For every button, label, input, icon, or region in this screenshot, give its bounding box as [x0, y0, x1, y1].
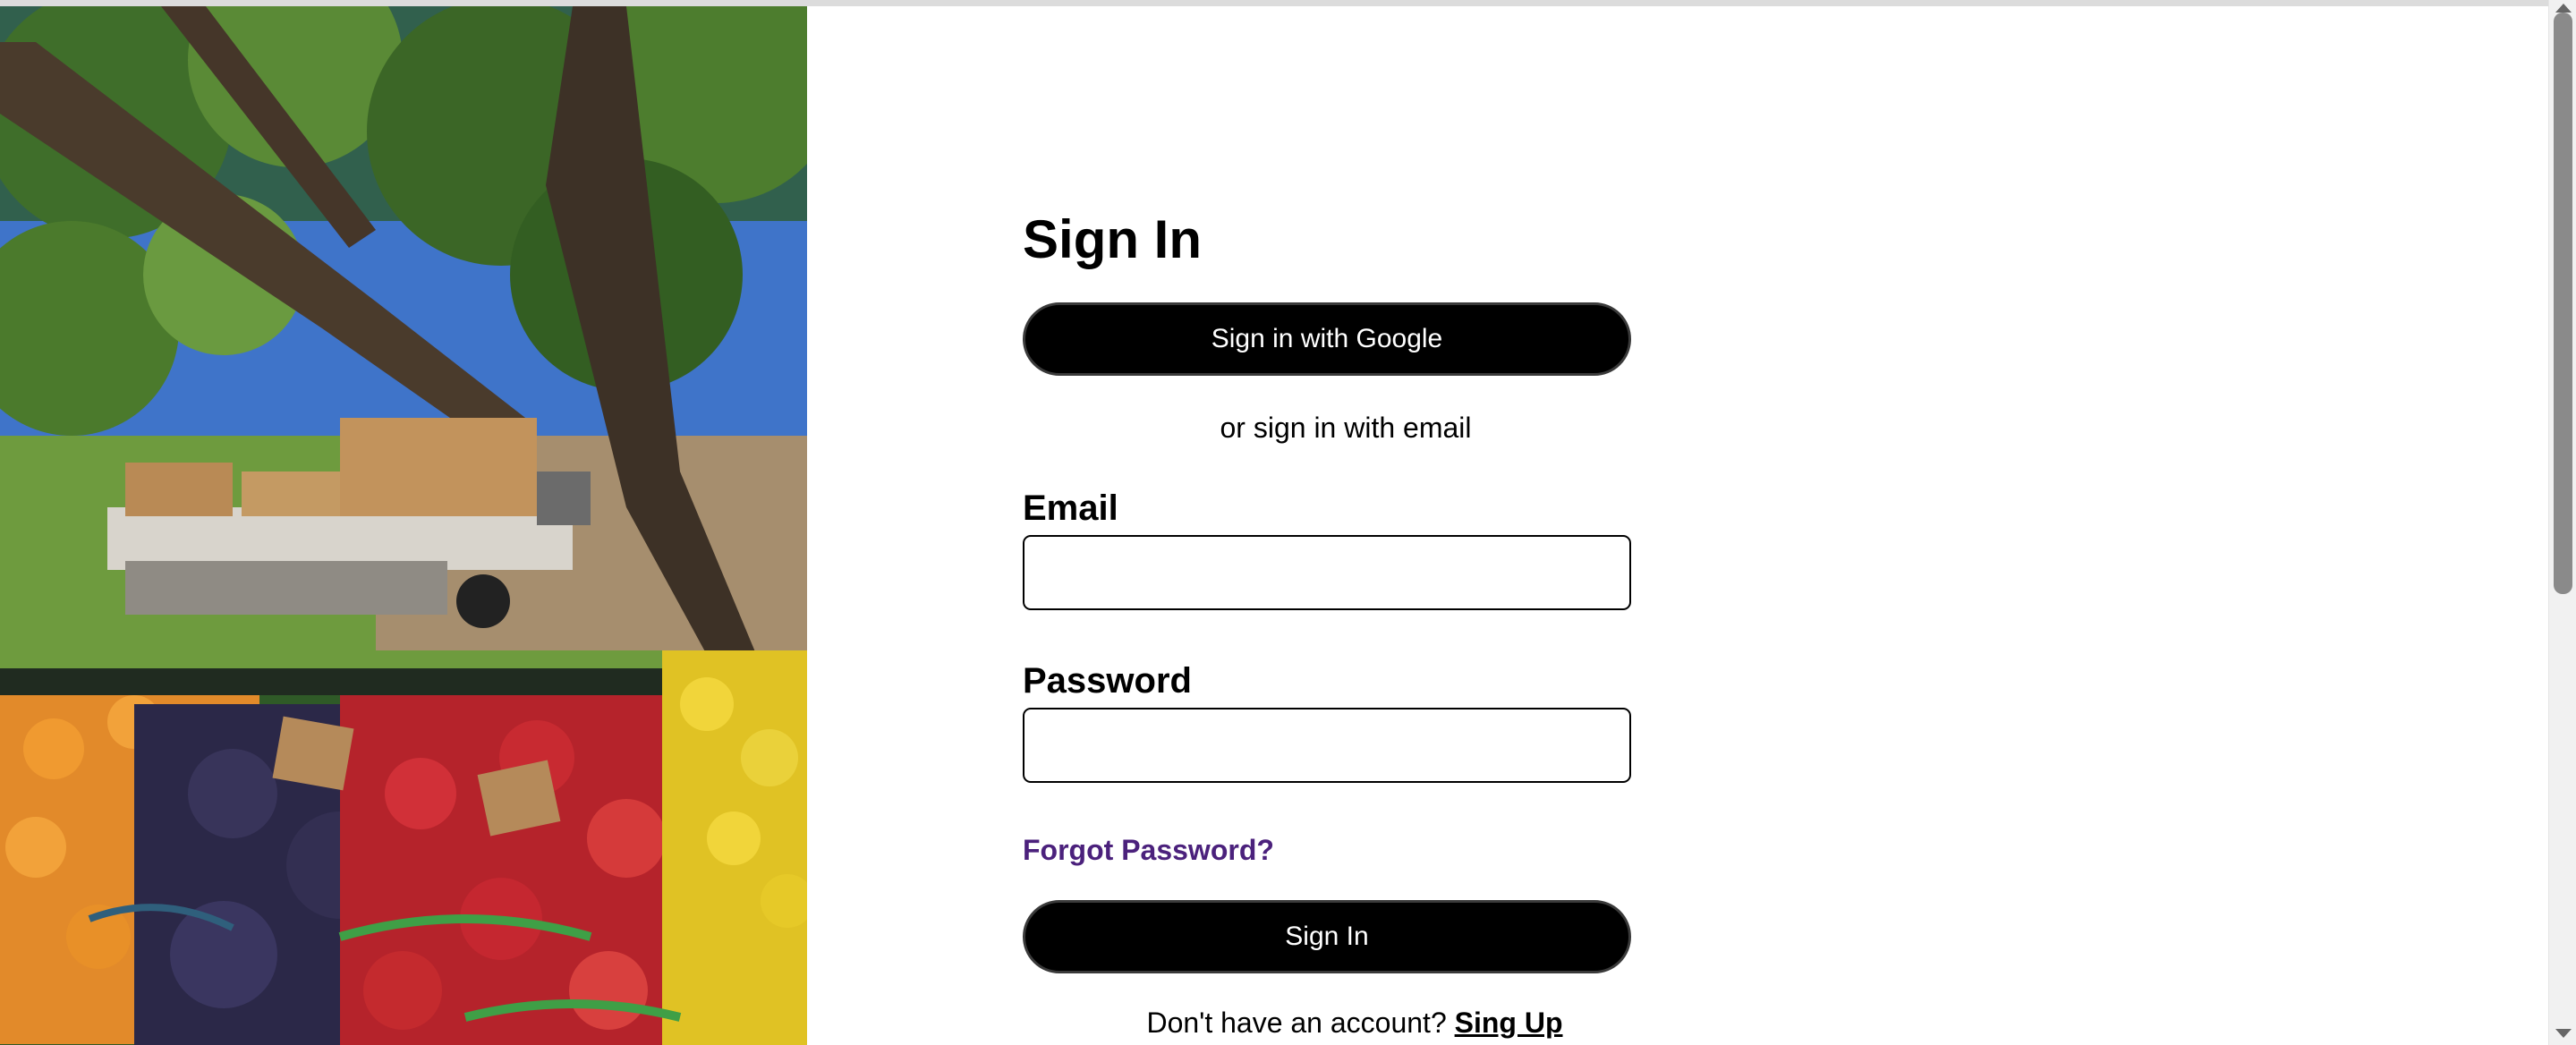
scrollbar-thumb[interactable] — [2554, 13, 2572, 594]
signup-row: Don't have an account? Sing Up — [1023, 1005, 1631, 1041]
forgot-password-link[interactable]: Forgot Password? — [1023, 832, 1274, 868]
farm-stand-photo — [0, 6, 807, 1045]
vertical-scrollbar[interactable] — [2548, 0, 2576, 1045]
email-divider-text: or sign in with email — [1220, 412, 1472, 444]
signup-prompt: Don't have an account? — [1146, 1007, 1447, 1039]
email-field[interactable] — [1023, 535, 1631, 610]
scroll-down-icon[interactable] — [2555, 1029, 2572, 1038]
page-title: Sign In — [1023, 209, 1202, 269]
email-label: Email — [1023, 489, 1118, 528]
password-label: Password — [1023, 661, 1192, 701]
google-sign-in-button[interactable]: Sign in with Google — [1023, 302, 1631, 376]
sign-in-button[interactable]: Sign In — [1023, 900, 1631, 973]
password-field[interactable] — [1023, 708, 1631, 783]
scroll-up-icon[interactable] — [2555, 4, 2572, 13]
signup-link[interactable]: Sing Up — [1455, 1007, 1563, 1039]
sign-in-form: Sign In Sign in with Google or sign in w… — [1023, 0, 1631, 1045]
